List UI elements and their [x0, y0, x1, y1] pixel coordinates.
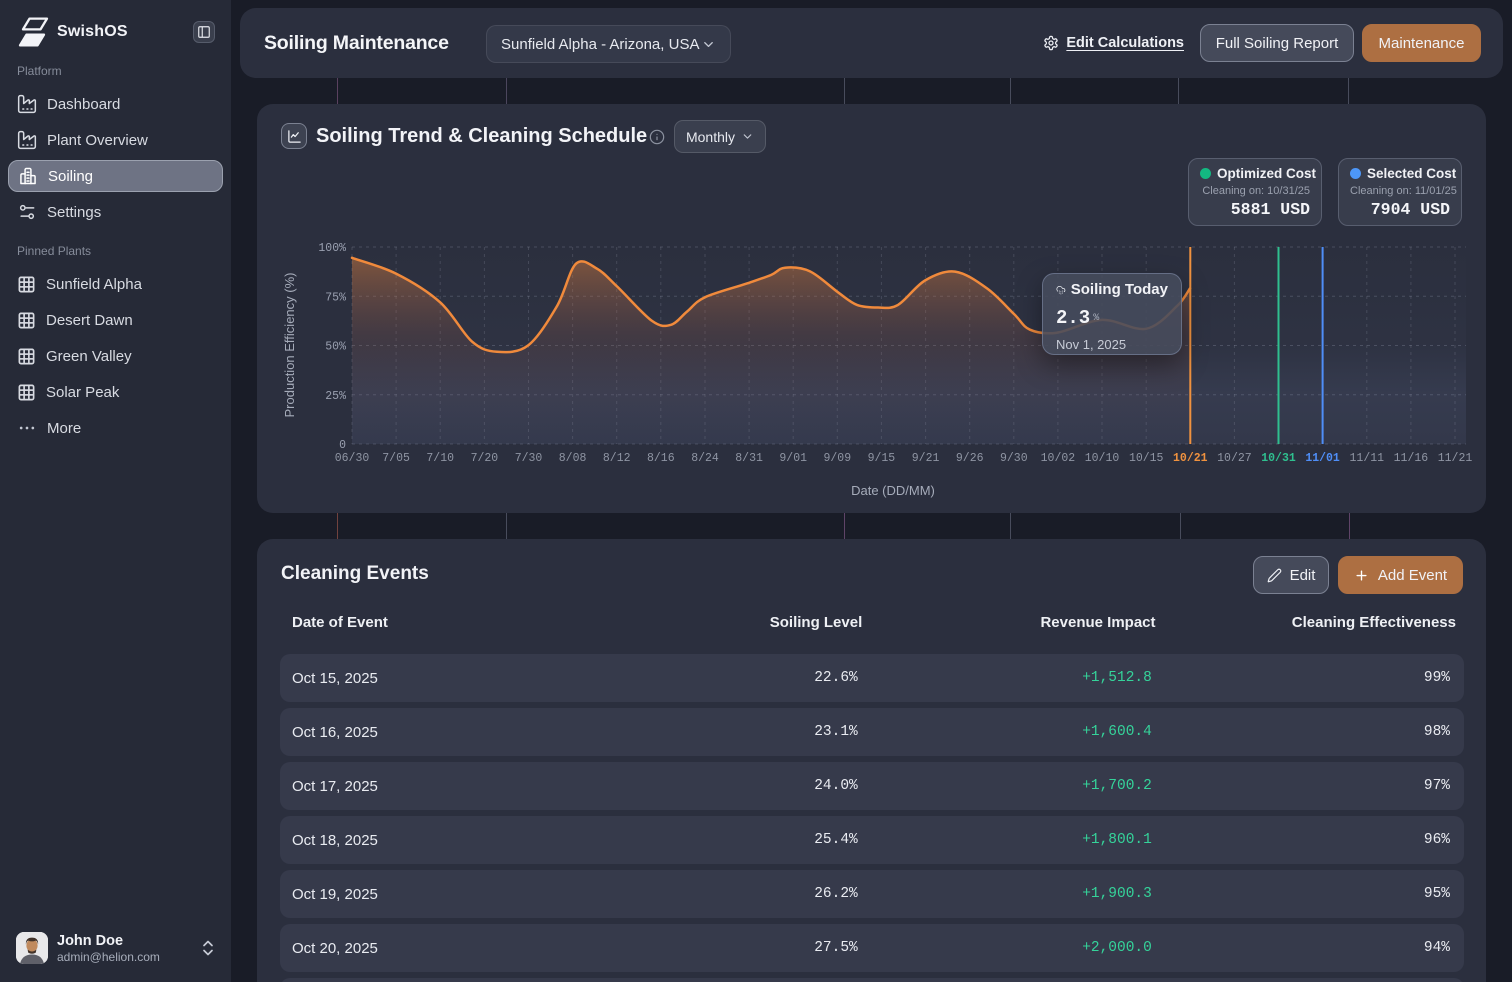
svg-text:75%: 75% — [325, 291, 346, 304]
svg-text:7/05: 7/05 — [382, 452, 410, 465]
svg-text:9/21: 9/21 — [912, 452, 940, 465]
svg-text:Production Efficiency (%): Production Efficiency (%) — [282, 273, 297, 418]
svg-text:50%: 50% — [325, 341, 346, 354]
svg-text:7/30: 7/30 — [515, 452, 543, 465]
svg-text:7/10: 7/10 — [426, 452, 454, 465]
svg-text:Date (DD/MM): Date (DD/MM) — [851, 483, 935, 498]
svg-text:7/20: 7/20 — [471, 452, 499, 465]
svg-text:10/31: 10/31 — [1261, 452, 1296, 465]
svg-text:100%: 100% — [318, 242, 346, 255]
svg-text:9/01: 9/01 — [779, 452, 807, 465]
svg-text:11/11: 11/11 — [1350, 452, 1385, 465]
svg-text:11/21: 11/21 — [1438, 452, 1473, 465]
svg-text:10/02: 10/02 — [1041, 452, 1076, 465]
svg-text:10/21: 10/21 — [1173, 452, 1208, 465]
svg-text:8/12: 8/12 — [603, 452, 631, 465]
svg-text:06/30: 06/30 — [335, 452, 370, 465]
svg-text:25%: 25% — [325, 390, 346, 403]
svg-text:8/08: 8/08 — [559, 452, 587, 465]
svg-text:10/27: 10/27 — [1217, 452, 1252, 465]
svg-text:11/01: 11/01 — [1305, 452, 1340, 465]
svg-text:8/16: 8/16 — [647, 452, 675, 465]
svg-text:0: 0 — [339, 439, 346, 452]
svg-text:8/24: 8/24 — [691, 452, 719, 465]
svg-text:8/31: 8/31 — [735, 452, 763, 465]
svg-text:9/15: 9/15 — [868, 452, 896, 465]
svg-text:10/10: 10/10 — [1085, 452, 1120, 465]
svg-text:11/16: 11/16 — [1394, 452, 1429, 465]
svg-text:10/15: 10/15 — [1129, 452, 1164, 465]
svg-text:9/09: 9/09 — [823, 452, 851, 465]
svg-text:9/26: 9/26 — [956, 452, 984, 465]
svg-text:9/30: 9/30 — [1000, 452, 1028, 465]
